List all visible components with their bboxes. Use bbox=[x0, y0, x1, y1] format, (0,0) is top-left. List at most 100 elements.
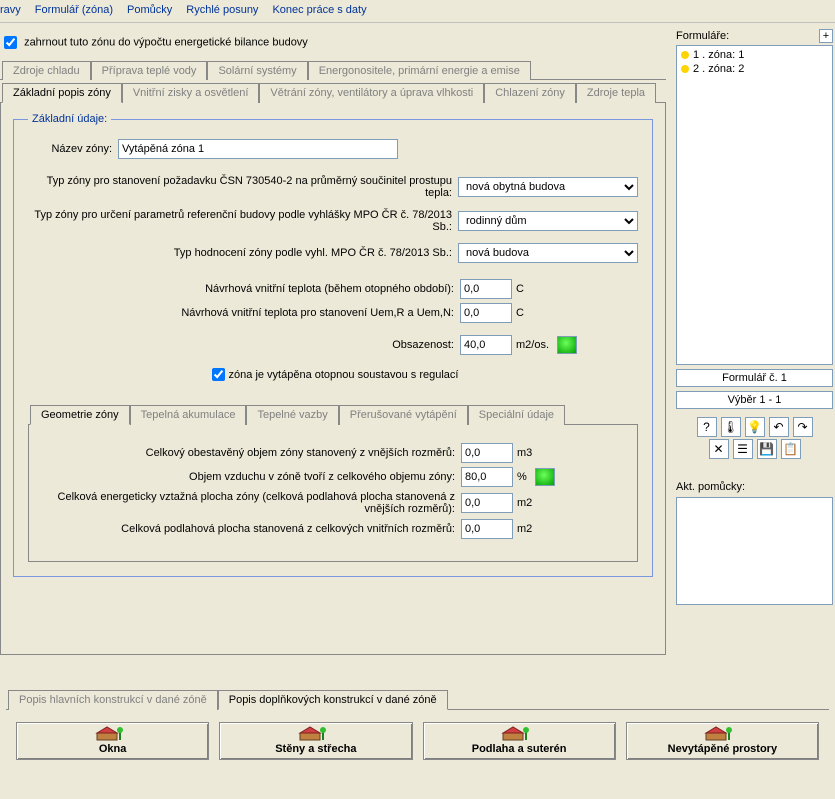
big-button-label: Stěny a střecha bbox=[275, 743, 356, 755]
menu-item[interactable]: ravy bbox=[0, 4, 21, 16]
second-tab-1[interactable]: Vnitřní zisky a osvětlení bbox=[122, 83, 260, 103]
vyber-button[interactable]: Výběr 1 - 1 bbox=[676, 391, 833, 409]
occ-unit: m2/os. bbox=[516, 339, 549, 351]
house-icon bbox=[298, 725, 334, 741]
house-icon bbox=[95, 725, 131, 741]
forms-listbox[interactable]: 1 . zóna: 12 . zóna: 2 bbox=[676, 45, 833, 365]
second-tab-2[interactable]: Větrání zóny, ventilátory a úprava vlhko… bbox=[259, 83, 484, 103]
add-form-button[interactable]: + bbox=[819, 29, 833, 43]
help-icon[interactable]: ? bbox=[697, 417, 717, 437]
type3-select[interactable]: nová budova bbox=[458, 243, 638, 263]
geometry-pane: Celkový obestavěný objem zóny stanovený … bbox=[28, 425, 638, 562]
pomucky-label: Akt. pomůcky: bbox=[676, 481, 833, 493]
area1-label: Celková energeticky vztažná plocha zóny … bbox=[41, 491, 461, 515]
second-tabs: Základní popis zónyVnitřní zisky a osvět… bbox=[0, 80, 666, 103]
top-tab-2[interactable]: Solární systémy bbox=[207, 61, 307, 80]
zone-name-input[interactable] bbox=[118, 139, 398, 159]
occ-input[interactable] bbox=[460, 335, 512, 355]
toolbar-icons: ? 🌡 💡 ↶ ↷ bbox=[676, 417, 833, 437]
save-icon[interactable]: 💾 bbox=[757, 439, 777, 459]
forms-title: Formuláře: bbox=[676, 30, 729, 42]
menu-item[interactable]: Formulář (zóna) bbox=[35, 4, 113, 16]
toolbar-icons-2: ✕ ☰ 💾 📋 bbox=[676, 439, 833, 459]
sub-tab-4[interactable]: Speciální údaje bbox=[468, 405, 565, 425]
basic-legend: Základní údaje: bbox=[28, 113, 111, 125]
air-label: Objem vzduchu v zóně tvoří z celkového o… bbox=[41, 471, 461, 483]
temp2-label: Návrhová vnitřní teplota pro stanovení U… bbox=[28, 307, 460, 319]
big-button-label: Podlaha a suterén bbox=[472, 743, 567, 755]
delete-icon[interactable]: ✕ bbox=[709, 439, 729, 459]
bullet-icon bbox=[681, 51, 689, 59]
sub-tab-2[interactable]: Tepelné vazby bbox=[246, 405, 338, 425]
occ-label: Obsazenost: bbox=[28, 339, 460, 351]
bottom-tab-1[interactable]: Popis doplňkových konstrukcí v dané zóně bbox=[218, 690, 448, 710]
type2-label: Typ zóny pro určení parametrů referenční… bbox=[28, 209, 458, 233]
pomucky-box[interactable] bbox=[676, 497, 833, 605]
temp2-unit: C bbox=[516, 307, 524, 319]
sub-tabs: Geometrie zónyTepelná akumulaceTepelné v… bbox=[28, 402, 638, 425]
bulb-icon[interactable]: 💡 bbox=[745, 417, 765, 437]
list-item-label: 2 . zóna: 2 bbox=[693, 63, 744, 75]
second-tab-3[interactable]: Chlazení zóny bbox=[484, 83, 576, 103]
area2-input[interactable] bbox=[461, 519, 513, 539]
occ-help-icon[interactable] bbox=[557, 336, 577, 354]
second-tab-0[interactable]: Základní popis zóny bbox=[2, 83, 122, 103]
paste-icon[interactable]: 📋 bbox=[781, 439, 801, 459]
menu-item[interactable]: Rychlé posuny bbox=[186, 4, 258, 16]
top-tabs: Zdroje chladuPříprava teplé vodySolární … bbox=[0, 58, 666, 80]
vol-label: Celkový obestavěný objem zóny stanovený … bbox=[41, 447, 461, 459]
top-tab-3[interactable]: Energonositele, primární energie a emise bbox=[308, 61, 531, 80]
sub-tab-3[interactable]: Přerušované vytápění bbox=[339, 405, 468, 425]
type1-select[interactable]: nová obytná budova bbox=[458, 177, 638, 197]
big-button-3[interactable]: Nevytápěné prostory bbox=[626, 722, 819, 760]
zone-name-label: Název zóny: bbox=[28, 143, 118, 155]
air-input[interactable] bbox=[461, 467, 513, 487]
bottom-tab-0[interactable]: Popis hlavních konstrukcí v dané zóně bbox=[8, 690, 218, 710]
temp1-label: Návrhová vnitřní teplota (během otopného… bbox=[28, 283, 460, 295]
area2-unit: m2 bbox=[517, 523, 532, 535]
vol-input[interactable] bbox=[461, 443, 513, 463]
big-button-2[interactable]: Podlaha a suterén bbox=[423, 722, 616, 760]
top-tab-1[interactable]: Příprava teplé vody bbox=[91, 61, 208, 80]
menubar: ravy Formulář (zóna) Pomůcky Rychlé posu… bbox=[0, 0, 835, 23]
house-icon bbox=[501, 725, 537, 741]
form-number-button[interactable]: Formulář č. 1 bbox=[676, 369, 833, 387]
temp1-input[interactable] bbox=[460, 279, 512, 299]
menu-item[interactable]: Konec práce s daty bbox=[272, 4, 366, 16]
list-item[interactable]: 1 . zóna: 1 bbox=[679, 48, 830, 62]
area1-unit: m2 bbox=[517, 497, 532, 509]
bullet-icon bbox=[681, 65, 689, 73]
area1-input[interactable] bbox=[461, 493, 513, 513]
house-icon bbox=[704, 725, 740, 741]
big-button-label: Nevytápěné prostory bbox=[668, 743, 777, 755]
list-item[interactable]: 2 . zóna: 2 bbox=[679, 62, 830, 76]
heated-checkbox[interactable] bbox=[212, 368, 225, 381]
big-button-row: Okna Stěny a střecha Podlaha a suterén Nevy… bbox=[6, 710, 829, 766]
temp2-input[interactable] bbox=[460, 303, 512, 323]
basic-fieldset: Základní údaje: Název zóny: Typ zóny pro… bbox=[13, 113, 653, 577]
air-unit: % bbox=[517, 471, 527, 483]
include-zone-checkbox[interactable] bbox=[4, 36, 17, 49]
vol-unit: m3 bbox=[517, 447, 532, 459]
menu-item[interactable]: Pomůcky bbox=[127, 4, 172, 16]
include-zone-label: zahrnout tuto zónu do výpočtu energetick… bbox=[24, 36, 308, 48]
undo-icon[interactable]: ↶ bbox=[769, 417, 789, 437]
big-button-label: Okna bbox=[99, 743, 127, 755]
heated-label: zóna je vytápěna otopnou soustavou s reg… bbox=[229, 369, 459, 381]
big-button-0[interactable]: Okna bbox=[16, 722, 209, 760]
bottom-tabs: Popis hlavních konstrukcí v dané zóněPop… bbox=[6, 687, 829, 710]
redo-icon[interactable]: ↷ bbox=[793, 417, 813, 437]
type3-label: Typ hodnocení zóny podle vyhl. MPO ČR č.… bbox=[28, 247, 458, 259]
air-help-icon[interactable] bbox=[535, 468, 555, 486]
list-icon[interactable]: ☰ bbox=[733, 439, 753, 459]
top-tab-0[interactable]: Zdroje chladu bbox=[2, 61, 91, 80]
temp1-unit: C bbox=[516, 283, 524, 295]
big-button-1[interactable]: Stěny a střecha bbox=[219, 722, 412, 760]
type1-label: Typ zóny pro stanovení požadavku ČSN 730… bbox=[28, 175, 458, 199]
thermometer-icon[interactable]: 🌡 bbox=[721, 417, 741, 437]
second-tab-4[interactable]: Zdroje tepla bbox=[576, 83, 656, 103]
type2-select[interactable]: rodinný dům bbox=[458, 211, 638, 231]
area2-label: Celková podlahová plocha stanovená z cel… bbox=[41, 523, 461, 535]
sub-tab-1[interactable]: Tepelná akumulace bbox=[130, 405, 247, 425]
sub-tab-0[interactable]: Geometrie zóny bbox=[30, 405, 130, 425]
